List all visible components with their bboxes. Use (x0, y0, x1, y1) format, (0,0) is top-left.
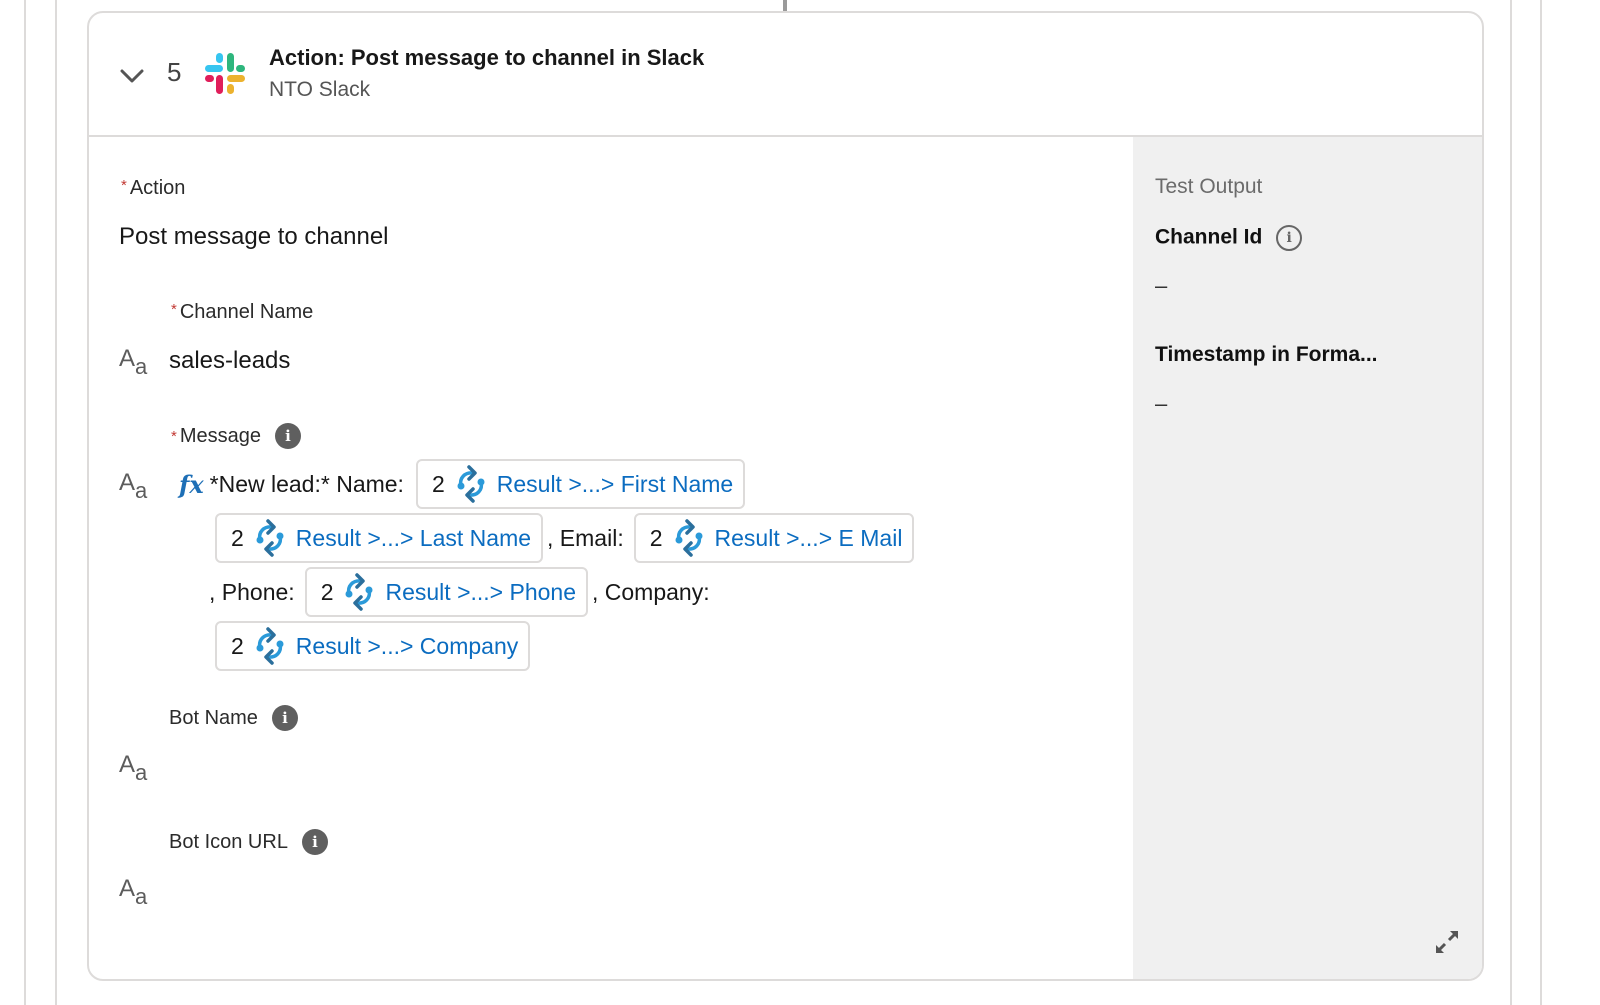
message-line-4[interactable]: 2 Result >...> Company (215, 621, 534, 671)
step-subtitle: NTO Slack (269, 78, 371, 101)
test-output-title: Test Output (1155, 175, 1263, 198)
text-type-icon: Aa (119, 875, 148, 909)
token-chip-phone[interactable]: 2 Result >...> Phone (304, 567, 588, 617)
token-chip-email[interactable]: 2 Result >...> E Mail (633, 513, 915, 563)
channel-id-label-text: Channel Id (1155, 225, 1263, 249)
inner-border-left (55, 0, 57, 1005)
token-step: 2 (231, 524, 244, 551)
message-text: , Phone: (209, 578, 295, 605)
bot-icon-url-label: Bot Icon URL i (169, 829, 328, 855)
step-title: Action: Post message to channel in Slack (269, 45, 705, 70)
token-step: 2 (649, 524, 663, 551)
formula-icon: fx (179, 469, 204, 499)
bot-name-label-text: Bot Name (169, 706, 258, 729)
slack-logo-icon (205, 53, 245, 94)
channel-id-label: Channel Id i (1155, 225, 1303, 251)
timestamp-label: Timestamp in Forma... (1155, 343, 1378, 366)
bot-icon-url-input[interactable] (169, 875, 1069, 911)
timestamp-value: – (1155, 391, 1168, 416)
text-type-icon: Aa (119, 751, 148, 785)
token-chip-last-name[interactable]: 2 Result >...> Last Name (215, 513, 544, 563)
channel-id-value: – (1155, 273, 1168, 298)
step-header[interactable]: 5 Action: Post message to channel in Sla… (89, 13, 1482, 137)
channel-name-label: * Channel Name (171, 301, 313, 324)
step-card: 5 Action: Post message to channel in Sla… (87, 11, 1484, 981)
data-mapping-icon (675, 519, 703, 557)
bot-name-input[interactable] (169, 751, 1069, 787)
data-mapping-icon (457, 465, 485, 503)
test-output-panel: Test Output Channel Id i – Timestamp in … (1133, 137, 1482, 979)
token-chip-company[interactable]: 2 Result >...> Company (215, 621, 531, 671)
token-label: Result >...> E Mail (714, 524, 903, 551)
bot-icon-url-label-text: Bot Icon URL (169, 830, 288, 853)
message-line-1[interactable]: fx *New lead:* Name: 2 Result >...> Firs… (179, 459, 749, 509)
message-label-text: Message (179, 424, 261, 447)
info-icon[interactable]: i (301, 829, 328, 855)
token-step: 2 (431, 470, 445, 497)
bot-name-label: Bot Name i (169, 705, 298, 731)
channel-name-input[interactable]: sales-leads (169, 347, 290, 375)
message-text: , Company: (592, 578, 710, 605)
action-label: * Action (121, 177, 185, 200)
token-label: Result >...> Last Name (295, 524, 532, 551)
info-icon[interactable]: i (275, 423, 301, 449)
channel-name-label-text: Channel Name (179, 301, 314, 323)
chevron-down-icon[interactable] (119, 67, 145, 85)
message-text: , Email: (547, 524, 624, 551)
data-mapping-icon (256, 519, 284, 557)
token-chip-first-name[interactable]: 2 Result >...> First Name (415, 459, 746, 509)
token-step: 2 (231, 632, 244, 659)
action-label-text: Action (129, 177, 186, 199)
token-step: 2 (320, 578, 334, 605)
required-marker: * (171, 301, 177, 318)
message-line-3[interactable]: , Phone: 2 Result >...> Phone , Company: (209, 567, 710, 617)
expand-icon[interactable] (1432, 927, 1462, 957)
outer-border-right (1540, 0, 1542, 1005)
token-label: Result >...> Phone (385, 578, 576, 605)
required-marker: * (171, 427, 177, 445)
text-type-icon: Aa (119, 345, 148, 379)
info-icon[interactable]: i (1276, 225, 1303, 251)
step-number: 5 (167, 57, 182, 87)
info-icon[interactable]: i (271, 705, 298, 731)
message-label: * Message i (171, 423, 301, 449)
required-marker: * (121, 177, 127, 194)
message-line-2[interactable]: 2 Result >...> Last Name , Email: 2 Resu… (215, 513, 918, 563)
data-mapping-icon (256, 627, 284, 665)
message-text: *New lead:* Name: (209, 470, 404, 497)
action-value[interactable]: Post message to channel (119, 223, 389, 251)
data-mapping-icon (345, 573, 373, 611)
text-type-icon: Aa (119, 469, 148, 503)
token-label: Result >...> First Name (496, 470, 734, 497)
action-form: * Action Post message to channel * Channel… (89, 137, 1133, 979)
outer-border-left (24, 0, 26, 1005)
inner-border-right (1510, 0, 1512, 1005)
token-label: Result >...> Company (295, 632, 519, 659)
